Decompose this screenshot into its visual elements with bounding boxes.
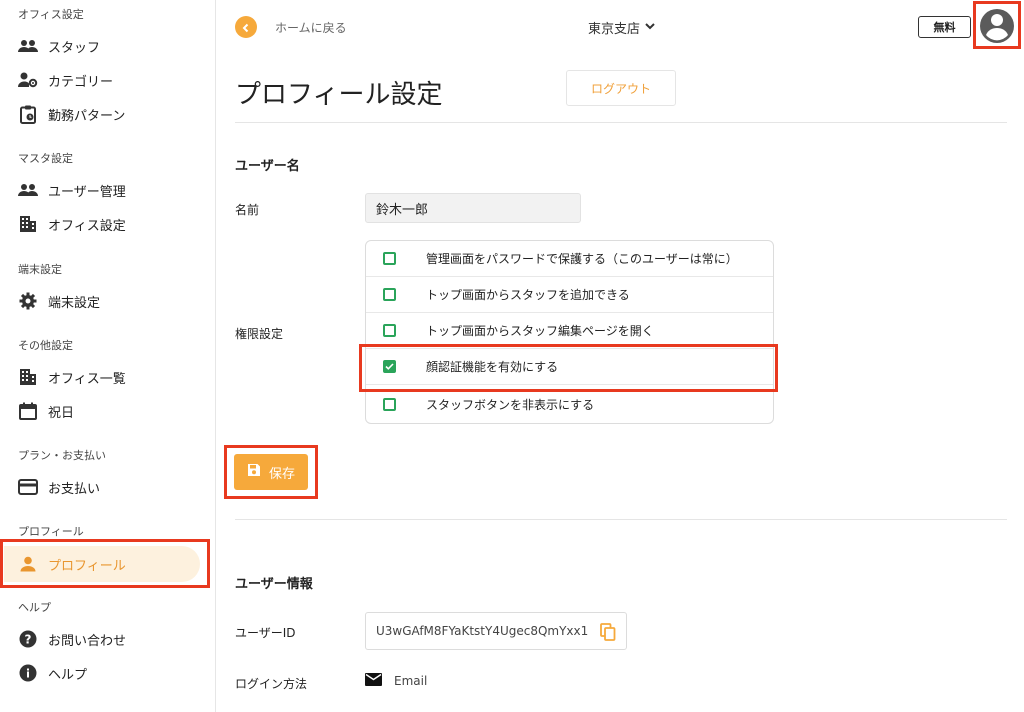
building-icon [18,214,38,234]
permission-checkbox[interactable] [383,324,396,337]
sidebar-item-label: ユーザー管理 [48,184,126,200]
permission-label: スタッフボタンを非表示にする [426,397,595,412]
back-link[interactable]: ホームに戻る [275,19,347,36]
sidebar-item-label: カテゴリー [48,74,114,90]
help-circle-icon: ? [18,629,38,649]
permissions-label: 権限設定 [235,327,284,341]
permission-label: 顔認証機能を有効にする [426,360,559,374]
sidebar-item-holidays[interactable]: 祝日 [0,394,216,428]
gear-icon [18,291,38,311]
sidebar-item-office-list[interactable]: オフィス一覧 [0,360,216,394]
back-button[interactable] [235,16,257,38]
mail-icon [365,673,382,689]
logout-button[interactable]: ログアウト [566,70,676,106]
permission-row[interactable]: トップ画面からスタッフ編集ページを開く [366,313,773,349]
permission-checkbox[interactable] [383,288,396,301]
sidebar-item-label: お問い合わせ [48,633,127,649]
userid-label: ユーザーID [235,626,296,640]
permission-checkbox[interactable] [383,252,396,265]
sidebar-item-label: 勤務パターン [48,108,126,124]
calendar-icon [18,401,38,421]
svg-text:?: ? [25,633,32,647]
sidebar-section-help: ヘルプ [18,601,51,614]
plan-badge[interactable]: 無料 [918,16,971,38]
account-icon [980,9,1014,43]
sidebar-item-label: 端末設定 [48,295,101,311]
sidebar-section-device: 端末設定 [18,263,62,276]
name-label: 名前 [235,203,260,217]
sidebar-section-plan: プラン・お支払い [18,449,106,462]
permission-row[interactable]: トップ画面からスタッフを追加できる [366,277,773,313]
sidebar-section-office: オフィス設定 [18,8,84,21]
avatar[interactable] [980,9,1014,43]
sidebar: オフィス設定 スタッフ カテゴリー 勤務パターン マスタ設定 ユーザー管理 オフ… [0,0,216,712]
sidebar-item-label: オフィス一覧 [48,371,126,387]
branch-name: 東京支店 [588,22,641,37]
check-icon [385,363,394,370]
save-label: 保存 [268,466,295,482]
sidebar-item-device-settings[interactable]: 端末設定 [0,284,216,318]
credit-card-icon [18,477,38,497]
save-button[interactable]: 保存 [234,454,308,490]
permission-row-face-auth[interactable]: 顔認証機能を有効にする [366,349,773,385]
page-title: プロフィール設定 [235,80,443,110]
copy-icon[interactable] [600,623,616,644]
building-icon [18,367,38,387]
sidebar-section-other: その他設定 [18,339,73,352]
username-section-title: ユーザー名 [235,159,300,174]
permission-label: 管理画面をパスワードで保護する（このユーザーは常に） [426,252,738,266]
sidebar-item-label: オフィス設定 [48,218,126,234]
userid-field[interactable]: U3wGAfM8FYaKtstY4Ugec8QmYxx1 [365,612,627,650]
chevron-left-icon [241,18,251,37]
floppy-disk-icon [247,463,261,481]
info-icon [18,663,38,683]
login-method-label: ログイン方法 [235,677,308,691]
chevron-down-icon [644,20,656,36]
permissions-list: 管理画面をパスワードで保護する（このユーザーは常に） トップ画面からスタッフを追… [365,240,774,424]
sidebar-item-user-management[interactable]: ユーザー管理 [0,173,216,207]
sidebar-item-category[interactable]: カテゴリー [0,63,216,97]
person-icon [18,554,38,574]
group-icon [18,36,38,56]
sidebar-item-profile[interactable]: プロフィール [4,546,200,582]
permission-checkbox[interactable] [383,397,396,411]
permission-row[interactable]: 管理画面をパスワードで保護する（このユーザーは常に） [366,241,773,277]
sidebar-item-label: ヘルプ [48,667,88,683]
permission-checkbox-checked[interactable] [383,360,396,373]
sidebar-section-master: マスタ設定 [18,152,73,165]
permission-row[interactable]: スタッフボタンを非表示にする [366,386,773,422]
sidebar-item-label: 祝日 [48,405,75,421]
divider [235,519,1007,520]
userinfo-section-title: ユーザー情報 [235,577,313,592]
group-icon [18,180,38,200]
login-method: Email [365,673,427,689]
sidebar-item-label: プロフィール [48,558,126,574]
permission-label: トップ画面からスタッフを追加できる [426,288,630,302]
sidebar-item-help[interactable]: ヘルプ [0,656,216,690]
divider [235,122,1007,123]
branch-selector[interactable]: 東京支店 [588,18,656,37]
sidebar-item-contact[interactable]: ? お問い合わせ [0,622,216,656]
permission-label: トップ画面からスタッフ編集ページを開く [426,324,654,338]
sidebar-item-label: スタッフ [48,40,101,56]
sidebar-item-payment[interactable]: お支払い [0,470,216,504]
sidebar-item-staff[interactable]: スタッフ [0,29,216,63]
userid-value: U3wGAfM8FYaKtstY4Ugec8QmYxx1 [376,624,589,638]
sidebar-section-profile: プロフィール [18,525,84,538]
person-gear-icon [18,70,38,90]
login-method-value: Email [394,674,428,688]
sidebar-item-office-settings[interactable]: オフィス設定 [0,207,216,241]
clipboard-clock-icon [18,104,38,124]
sidebar-item-work-pattern[interactable]: 勤務パターン [0,97,216,131]
name-field[interactable]: 鈴木一郎 [365,193,581,223]
sidebar-item-label: お支払い [48,481,101,497]
